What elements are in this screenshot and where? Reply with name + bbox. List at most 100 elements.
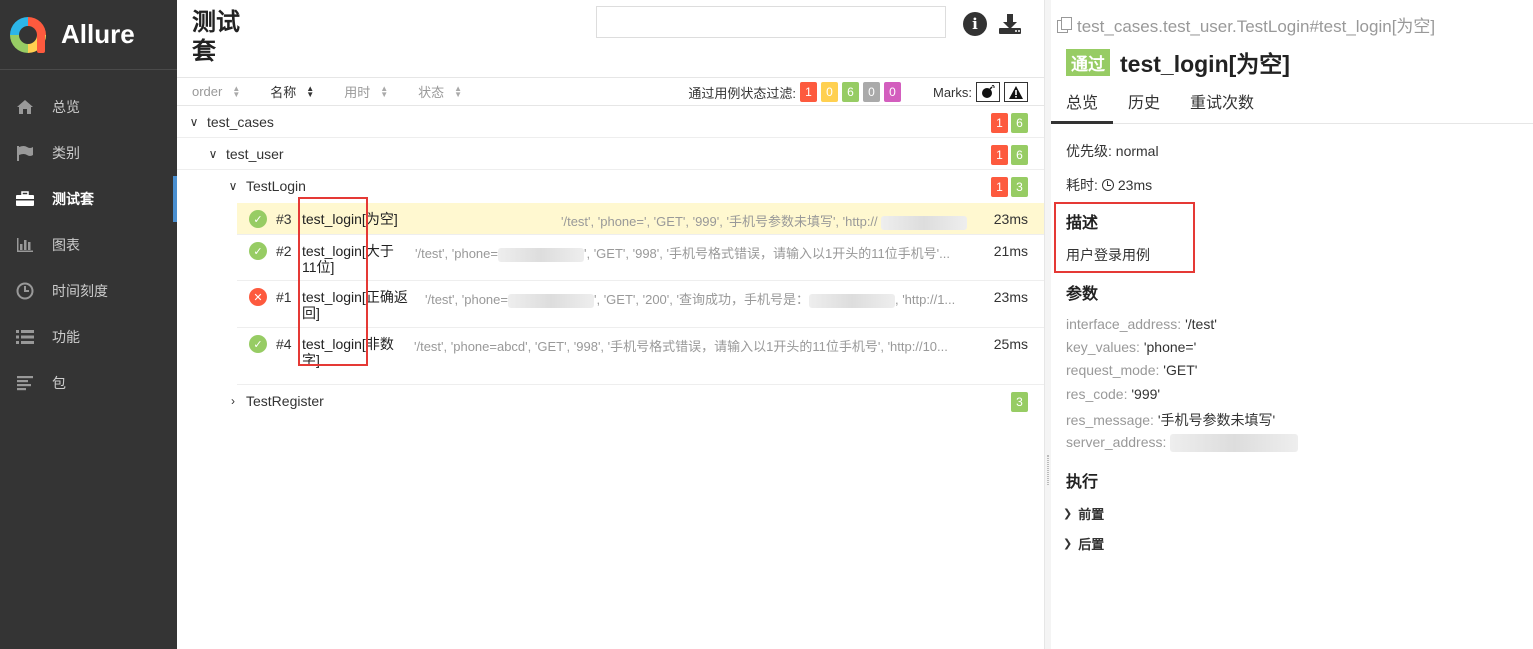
copy-icon[interactable] xyxy=(1057,16,1072,33)
briefcase-icon xyxy=(14,190,36,208)
setup-section[interactable]: ❯ 前置 xyxy=(1063,504,1104,523)
sidebar-item-label: 功能 xyxy=(52,329,80,345)
highlight-box xyxy=(1054,202,1195,273)
sort-order[interactable]: order ▲ ▼ xyxy=(192,84,240,99)
tree-group-module[interactable]: ∨ test_user 1 6 xyxy=(177,138,1044,170)
execution-heading: 执行 xyxy=(1066,474,1099,491)
sort-bar: order ▲ ▼ 名称 ▲ ▼ 用时 ▲ ▼ 状态 ▲ ▼ 通过用例状态过滤: 1 0… xyxy=(177,78,1044,106)
param-value: 'GET' xyxy=(1163,362,1198,378)
teardown-section[interactable]: ❯ 后置 xyxy=(1063,534,1104,553)
param-value: '/test' xyxy=(1185,316,1217,332)
case-params-text: ', 'GET', '998', '手机号格式错误，请输入以1开头的11位手机号… xyxy=(583,246,951,261)
list-icon xyxy=(14,328,36,346)
param-key: key_values xyxy=(1066,339,1137,355)
passed-count-badge: 3 xyxy=(1011,177,1028,197)
test-title: 通过 test_login[为空] xyxy=(1066,45,1290,79)
param-key: res_code xyxy=(1066,386,1124,402)
tree-group-class-testregister[interactable]: › TestRegister 3 xyxy=(177,385,1044,417)
bar-chart-icon xyxy=(14,236,36,254)
failed-cross-icon: ✕ xyxy=(249,288,267,306)
chevron-down-icon: ∨ xyxy=(189,114,199,129)
clock-icon xyxy=(14,282,36,300)
case-duration: 23ms xyxy=(993,211,1028,227)
param-key: interface_address xyxy=(1066,316,1178,332)
case-number: #4 xyxy=(276,336,292,352)
severity: 优先级: normal xyxy=(1066,143,1159,159)
marks-label: Marks: xyxy=(933,84,972,100)
sidebar-item-overview[interactable]: 总览 xyxy=(0,84,177,130)
test-path-text: test_cases.test_user.TestLogin#test_logi… xyxy=(1077,17,1436,36)
parameters-heading: 参数 xyxy=(1066,286,1099,303)
passed-count-badge: 6 xyxy=(1011,145,1028,165)
sidebar-item-label: 总览 xyxy=(52,99,80,115)
sort-arrows-icon: ▲ ▼ xyxy=(380,83,389,99)
setup-label: 前置 xyxy=(1078,507,1105,522)
sidebar-item-label: 类别 xyxy=(52,145,80,161)
highlight-box xyxy=(298,197,368,366)
group-counts: 1 3 xyxy=(988,177,1028,197)
allure-logo-icon xyxy=(10,16,46,53)
sidebar-item-graphs[interactable]: 图表 xyxy=(0,222,177,268)
download-icon[interactable] xyxy=(998,12,1022,36)
sort-status[interactable]: 状态 ▲ ▼ xyxy=(418,82,462,101)
search-input[interactable] xyxy=(596,6,946,38)
passed-count-badge: 6 xyxy=(1011,113,1028,133)
filter-unknown-toggle[interactable]: 0 xyxy=(884,82,901,102)
filter-skipped-toggle[interactable]: 0 xyxy=(863,82,880,102)
filter-passed-toggle[interactable]: 6 xyxy=(842,82,859,102)
group-counts: 3 xyxy=(1008,392,1028,412)
case-params: '/test', 'phone=', 'GET', '999', '手机号参数未… xyxy=(561,211,991,230)
failed-count-badge: 1 xyxy=(991,113,1008,133)
sidebar-item-label: 时间刻度 xyxy=(52,283,108,299)
tab-history[interactable]: 历史 xyxy=(1113,86,1175,124)
case-number: #2 xyxy=(276,243,292,259)
chevron-right-icon: ❯ xyxy=(1063,508,1073,520)
case-duration: 21ms xyxy=(993,243,1028,259)
bomb-icon[interactable] xyxy=(976,82,1000,102)
sort-arrows-icon: ▲ ▼ xyxy=(232,83,241,99)
sort-arrows-icon: ▲ ▼ xyxy=(454,83,463,99)
sort-name-label: 名称 xyxy=(270,85,297,100)
sidebar-item-packages[interactable]: 包 xyxy=(0,360,177,406)
param-key: request_mode xyxy=(1066,362,1156,378)
chevron-right-icon: › xyxy=(231,394,235,408)
sidebar: Allure 总览 类别 测试套 图表 时间刻度 功能 包 xyxy=(0,0,177,649)
sidebar-item-behaviors[interactable]: 功能 xyxy=(0,314,177,360)
tree-group-label: test_user xyxy=(226,145,284,162)
passed-count-badge: 3 xyxy=(1011,392,1028,412)
tree-group-suite[interactable]: ∨ test_cases 1 6 xyxy=(177,106,1044,138)
teardown-label: 后置 xyxy=(1078,537,1105,552)
brand-name: Allure xyxy=(61,19,135,49)
drag-handle-icon[interactable] xyxy=(1047,455,1049,485)
case-params-text: , 'http://1... xyxy=(894,292,956,307)
chevron-down-icon: ∨ xyxy=(228,179,238,193)
tab-retries[interactable]: 重试次数 xyxy=(1175,86,1269,124)
sort-status-label: 状态 xyxy=(418,85,445,100)
pane-splitter[interactable] xyxy=(1044,0,1051,649)
chevron-right-icon: ❯ xyxy=(1063,538,1073,550)
sidebar-item-categories[interactable]: 类别 xyxy=(0,130,177,176)
filter-broken-toggle[interactable]: 0 xyxy=(821,82,838,102)
page-title: 测试套 xyxy=(192,9,240,65)
param-value: 'phone=' xyxy=(1143,339,1197,355)
case-number: #3 xyxy=(276,211,292,227)
brand[interactable]: Allure xyxy=(0,0,177,70)
filter-failed-toggle[interactable]: 1 xyxy=(800,82,817,102)
sidebar-item-timeline[interactable]: 时间刻度 xyxy=(0,268,177,314)
param-row: res_message: '手机号参数未填写' xyxy=(1066,412,1276,428)
suites-panel: 测试套 i order ▲ ▼ 名称 ▲ ▼ 用时 ▲ ▼ 状态 ▲ ▼ 通过用例状态过… xyxy=(177,0,1044,649)
tab-overview[interactable]: 总览 xyxy=(1051,86,1114,124)
sidebar-item-suites[interactable]: 测试套 xyxy=(0,176,177,222)
case-params-text: '/test', 'phone=', 'GET', '999', '手机号参数未… xyxy=(561,214,878,229)
chevron-down-icon: ∨ xyxy=(208,146,218,161)
sort-duration[interactable]: 用时 ▲ ▼ xyxy=(344,82,388,101)
sort-arrows-icon: ▲ ▼ xyxy=(306,83,315,99)
param-value: '手机号参数未填写' xyxy=(1157,412,1276,428)
tree-group-label: TestRegister xyxy=(246,393,324,409)
failed-count-badge: 1 xyxy=(991,177,1008,197)
sidebar-item-label: 图表 xyxy=(52,237,80,253)
info-icon[interactable]: i xyxy=(963,12,987,36)
sort-name[interactable]: 名称 ▲ ▼ xyxy=(270,82,314,101)
failed-count-badge: 1 xyxy=(991,145,1008,165)
warning-icon[interactable] xyxy=(1004,82,1028,102)
